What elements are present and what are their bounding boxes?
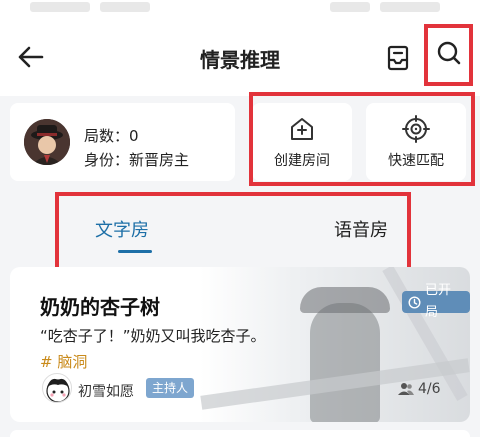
next-room-card-edge — [10, 430, 470, 437]
people-icon — [398, 382, 414, 396]
room-type-tabs: 文字房 语音房 — [55, 192, 411, 272]
status-bar — [0, 0, 480, 22]
host-badge: 主持人 — [146, 378, 195, 398]
games-count: 局数：0 — [84, 127, 139, 145]
player-identity: 身份：新晋房主 — [84, 151, 190, 169]
room-description: “吃杏子了！”奶奶又叫我吃杏子。 — [40, 327, 266, 345]
player-info-card: 局数：0 身份：新晋房主 — [10, 103, 235, 181]
clock-icon — [408, 295, 421, 309]
host-name: 初雪如愿 — [78, 384, 134, 400]
highlight-frame-actions — [249, 92, 475, 186]
host-avatar[interactable] — [42, 373, 72, 403]
player-count: 4/6 — [398, 381, 441, 397]
inbox-button[interactable] — [378, 40, 418, 80]
status-badge: 已开局 — [402, 283, 470, 320]
avatar[interactable] — [24, 119, 70, 165]
active-tab-indicator — [118, 250, 152, 253]
tab-text-room[interactable]: 文字房 — [95, 216, 149, 242]
tab-voice-room[interactable]: 语音房 — [334, 216, 388, 242]
search-button[interactable] — [424, 24, 473, 86]
room-card[interactable]: 奶奶的杏子树 已开局 “吃杏子了！”奶奶又叫我吃杏子。 # 脑洞 初雪如愿 主持… — [10, 267, 470, 422]
inbox-icon — [386, 45, 410, 75]
room-title: 奶奶的杏子树 — [40, 295, 160, 319]
header: 情景推理 — [0, 22, 480, 96]
search-icon — [436, 40, 462, 70]
room-tag[interactable]: # 脑洞 — [40, 351, 87, 372]
